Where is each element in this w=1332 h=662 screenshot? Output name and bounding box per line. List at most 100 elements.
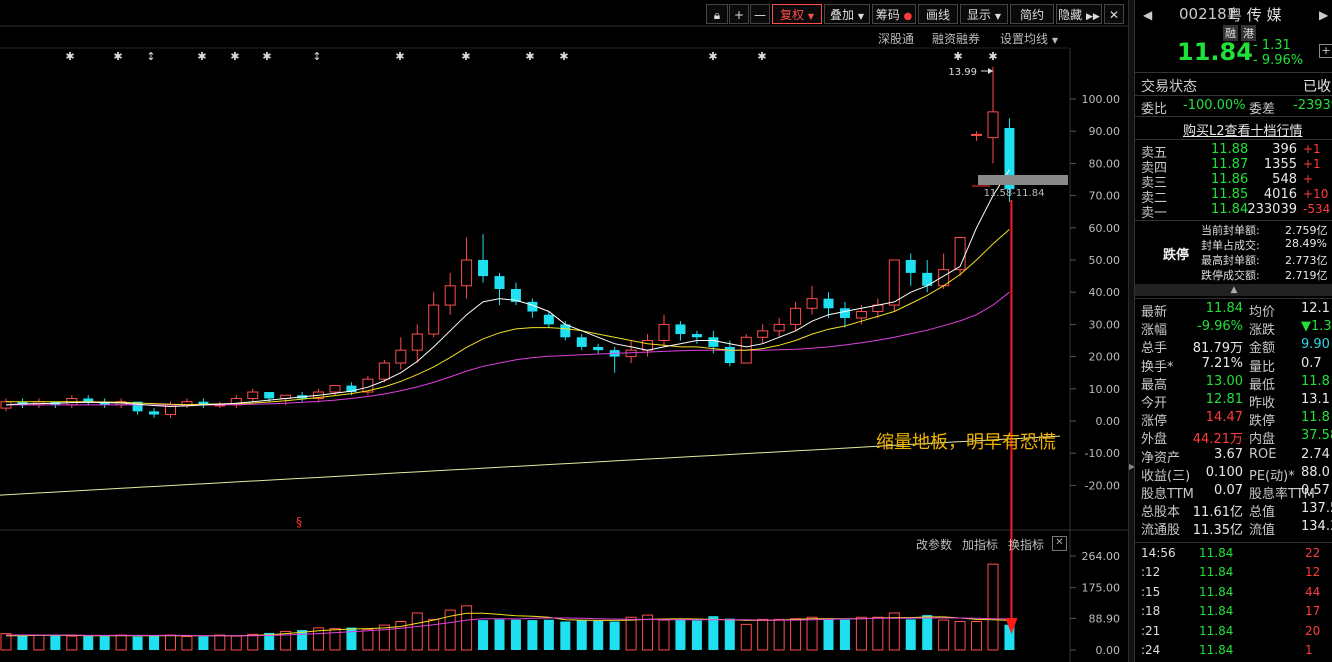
price-change: - 1.31 [1253,38,1291,53]
tick-price: 11.84 [1199,546,1234,560]
event-marker: ✱ [262,50,271,63]
expand-book-icon[interactable]: ▲ [1135,284,1332,296]
stat-value: 13.00 [1205,373,1243,389]
volume-bar-up [790,618,802,651]
stat-value: 37.58 [1301,428,1332,444]
ma-settings-link[interactable]: 设置均线 ▼ [1000,30,1058,47]
display-button[interactable]: 显示 ▼ [960,4,1008,24]
stat-value: 14.47 [1205,410,1243,426]
candle-body-up [757,330,769,338]
volume-bar-up [642,614,654,651]
volume-bar-up [33,634,45,651]
price-tick-label: 70.00 [1089,190,1121,203]
price-tick-label: 80.00 [1089,157,1121,170]
candle-body-up [411,333,423,351]
volume-bar-down [905,619,916,650]
stat-label: 总手 [1141,341,1168,357]
margin-trading-link[interactable]: 融资融券 [932,30,980,47]
volume-tick-label: 175.00 [1082,582,1121,595]
candle-body-down [576,337,587,347]
zoom-in-button[interactable]: + [729,4,749,24]
next-stock-icon[interactable]: ▶ [1319,8,1328,22]
zoom-out-button[interactable]: — [750,4,770,24]
candle-body-down [823,298,834,309]
stat-value: 44.21万 [1192,432,1243,448]
event-marker: ✱ [230,50,239,63]
sell-level-price: 11.87 [1211,157,1249,172]
event-marker: ↕ [146,50,155,63]
stat-value: 88.0 [1301,464,1330,480]
limit-info-value: 2.773亿 [1285,254,1328,267]
event-marker: ✱ [525,50,534,63]
chips-button[interactable]: 筹码 ● [872,4,916,24]
close-indicator-icon[interactable]: ✕ [1052,536,1067,551]
volume-bar-down [724,618,735,650]
hide-button[interactable]: 隐藏 ▶▶ [1056,4,1102,24]
buy-l2-link[interactable]: 购买L2查看十档行情 [1183,120,1303,139]
tick-time: :24 [1141,643,1161,657]
stat-value: 13.1 [1301,392,1330,407]
stat-value: 9.90 [1301,337,1330,353]
rights-adjust-button[interactable]: 复权 ▼ [772,4,822,24]
change-params-link[interactable]: 改参数 [916,536,952,553]
draw-line-button[interactable]: 画线 [918,4,958,24]
candle-body-down [543,314,554,325]
tick-price: 11.84 [1199,604,1234,619]
limit-band [978,175,1068,185]
tick-volume: 17 [1305,604,1321,619]
overlay-button[interactable]: 叠加 ▼ [824,4,870,24]
switch-indicator-link[interactable]: 换指标 [1008,536,1044,553]
candle-body-up [378,362,390,380]
kline-chart[interactable]: 100.00 90.00 80.00 70.00 60.00 50.00 40.00 30.0… [0,0,1128,662]
volume-bar-down [132,636,143,650]
stat-label: 均价 [1249,305,1276,320]
hk-connect-link[interactable]: 深股通 [878,30,914,47]
volume-bar-up [411,612,423,651]
kline-chart-area[interactable]: 100.00 90.00 80.00 70.00 60.00 50.00 40.00 30.0… [0,0,1128,662]
price-tick-label: 10.00 [1089,383,1121,396]
stat-value: 3.67 [1214,446,1243,462]
volume-bar-up [625,616,637,651]
weibi-value: -100.00% [1183,98,1246,113]
close-panel-icon[interactable]: ✕ [1104,4,1124,24]
candle-body-up [806,298,818,309]
volume-bar-down [17,635,28,650]
tick-time: :21 [1141,623,1161,638]
limit-info-label: 跌停成交额: [1201,269,1260,282]
volume-bar-down [99,636,110,650]
high-marker-arrowhead [988,68,993,74]
event-marker: ✱ [757,50,766,63]
high-marker-label: 13.99 [948,67,977,78]
candle-body-up [855,311,867,319]
volume-bar-up [230,635,242,651]
s-marker: § [296,515,302,529]
tick-time: :12 [1141,565,1161,580]
candle-body-up [395,349,407,364]
volume-bar-down [708,616,719,650]
notify-dot-icon: ● [903,11,913,22]
stat-label: 最新 [1141,305,1168,320]
price-tick-label: 60.00 [1089,222,1121,235]
lock-icon[interactable]: 🔒︎ [706,4,728,24]
sell-level-change: -534 [1303,202,1331,216]
prev-stock-icon[interactable]: ◀ [1143,8,1152,22]
sell-level-price: 11.84 [1211,202,1249,217]
volume-bar-down [478,620,489,650]
volume-bar-up [954,621,966,651]
dropdown-icon: ▼ [857,12,864,21]
stat-label: 今开 [1141,396,1168,411]
simple-button[interactable]: 简约 [1010,4,1054,24]
event-marker: ↕ [312,50,321,63]
candle-body-down [264,392,275,399]
candle-body-up [987,111,999,139]
volume-tick-label: 88.90 [1089,612,1121,625]
price-change-pct: - 9.96% [1253,53,1304,68]
sell-level-volume: 1355 [1263,157,1297,172]
volume-bar-down [823,619,834,650]
stat-label: 量比 [1249,359,1276,375]
candle-body-up [428,304,440,335]
add-indicator-link[interactable]: 加指标 [962,536,998,553]
stat-label: 总股本 [1141,505,1181,521]
add-watchlist-icon[interactable]: + [1319,44,1332,58]
dropdown-icon: ▼ [1051,36,1058,45]
